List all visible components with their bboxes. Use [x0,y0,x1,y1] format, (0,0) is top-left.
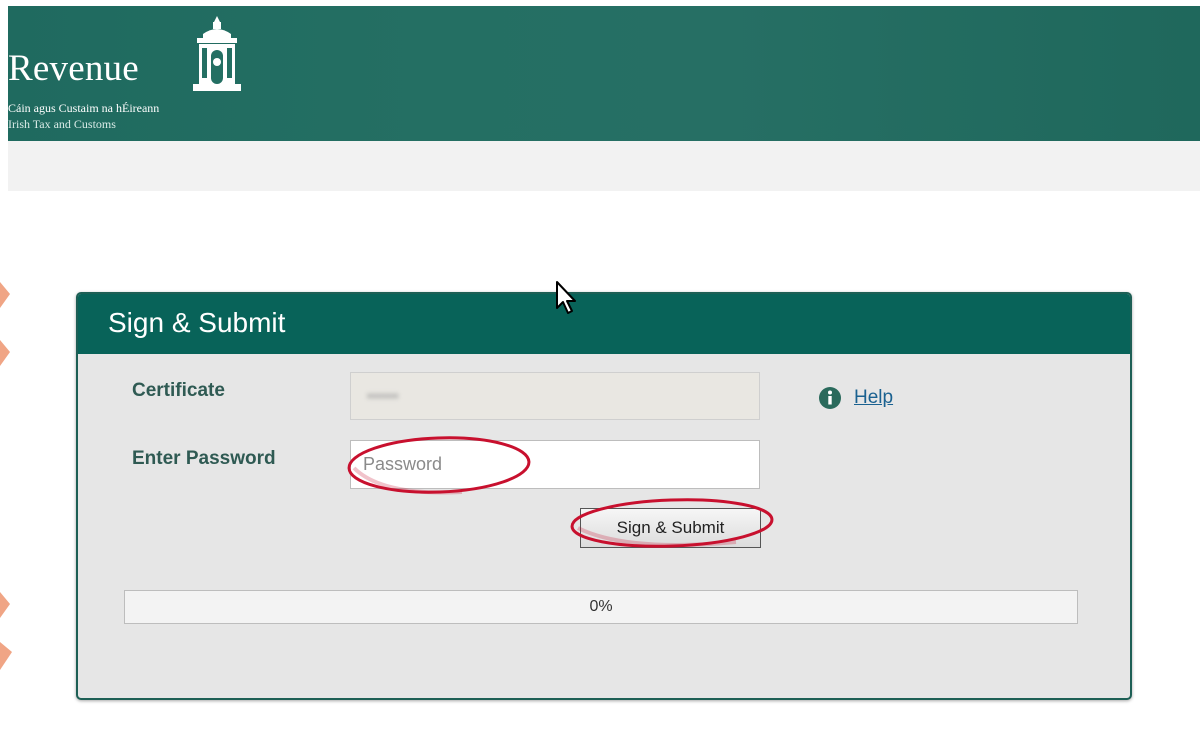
edge-arrow-icon [0,282,10,366]
logo-tagline-irish: Cáin agus Custaim na hÉireann [8,101,160,115]
certificate-field: •••••• [350,372,760,420]
info-icon [819,387,841,409]
logo-tagline-english: Irish Tax and Customs [8,117,116,131]
help-link[interactable]: Help [818,386,893,410]
edge-arrow-icon [0,592,12,670]
progress-label: 0% [589,598,613,615]
revenue-logo-wordmark: Revenue [8,48,139,89]
panel-header: Sign & Submit [78,294,1130,354]
navigation-bar [8,141,1200,191]
password-label: Enter Password [132,448,276,469]
progress-bar: 0% [124,590,1078,624]
mouse-cursor-icon [556,281,576,314]
sign-submit-button[interactable]: Sign & Submit [580,508,761,548]
custom-house-emblem-icon [193,16,241,91]
panel-title: Sign & Submit [108,307,286,338]
site-header: Revenue Cáin agus Custaim na hÉireann Ir… [8,6,1200,141]
certificate-value: •••••• [367,388,399,405]
password-input[interactable] [350,440,760,489]
sign-submit-panel: Sign & Submit Certificate •••••• Help En… [76,292,1132,700]
certificate-label: Certificate [132,380,225,401]
help-label: Help [854,387,894,408]
